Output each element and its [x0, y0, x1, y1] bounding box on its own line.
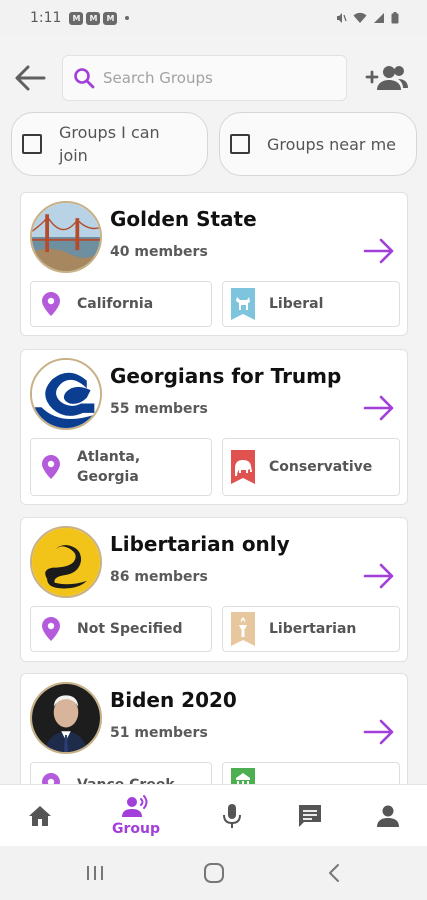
recent-apps-icon — [87, 866, 103, 880]
filter-label: Groups near me — [267, 134, 397, 154]
home-button[interactable] — [194, 858, 234, 888]
location-chip: California — [30, 281, 212, 327]
location-label: Atlanta, Georgia — [77, 449, 141, 485]
arrow-left-icon — [15, 65, 46, 91]
bottom-navigation: Group — [0, 784, 427, 846]
location-pin-icon — [42, 773, 60, 784]
signal-icon — [374, 13, 384, 23]
chevron-left-icon — [329, 864, 339, 882]
status-bar: 1:11 M M M — [0, 0, 427, 36]
back-button[interactable] — [12, 60, 48, 96]
header: Groups I can join Groups near me — [0, 36, 427, 188]
notification-icons: M M M — [69, 11, 118, 25]
notification-icon: M — [103, 11, 118, 25]
open-group-button[interactable] — [361, 233, 397, 269]
home-circle-icon — [204, 863, 224, 883]
mute-icon — [337, 13, 347, 23]
nav-group-label: Group — [111, 821, 160, 837]
member-count: 55 members — [110, 401, 208, 417]
arrow-right-icon — [363, 238, 394, 264]
open-group-button[interactable] — [361, 390, 397, 426]
nav-home[interactable] — [18, 785, 62, 847]
group-name: Georgians for Trump — [110, 364, 342, 388]
add-user-button[interactable] — [364, 60, 410, 96]
group-voice-icon — [122, 795, 148, 817]
location-chip: Vance Creek — [30, 762, 212, 784]
arrow-right-icon — [363, 563, 394, 589]
battery-icon — [391, 12, 399, 24]
group-name: Libertarian only — [110, 532, 290, 556]
group-card[interactable]: Libertarian only 86 members Not Specifie… — [20, 517, 408, 662]
elephant-icon — [231, 450, 255, 484]
wifi-icon — [353, 12, 367, 23]
home-icon — [29, 806, 51, 826]
search-icon — [74, 68, 95, 89]
affiliation-label: Conservative — [269, 459, 373, 475]
group-list[interactable]: Golden State 40 members California Liber… — [0, 188, 427, 784]
group-card[interactable]: Georgians for Trump 55 members Atlanta, … — [20, 349, 408, 505]
group-card[interactable]: Golden State 40 members California Liber… — [20, 192, 408, 336]
recent-apps-button[interactable] — [75, 858, 115, 888]
arrow-right-icon — [363, 719, 394, 745]
filter-groups-i-can-join[interactable]: Groups I can join — [11, 112, 208, 176]
donkey-icon — [231, 288, 255, 320]
group-card[interactable]: Biden 2020 51 members Vance Creek — [20, 673, 408, 784]
affiliation-chip: Libertarian — [222, 606, 400, 652]
group-avatar — [30, 526, 102, 598]
location-label: Vance Creek — [77, 775, 175, 784]
search-input[interactable] — [103, 69, 323, 87]
location-pin-icon — [42, 455, 60, 479]
filter-label: Groups I can join — [59, 123, 160, 165]
filter-groups-near-me[interactable]: Groups near me — [219, 112, 417, 176]
group-name: Golden State — [110, 207, 257, 231]
nav-mic[interactable] — [210, 785, 254, 847]
checkbox[interactable] — [230, 134, 250, 154]
notification-icon: M — [69, 11, 84, 25]
group-avatar — [30, 201, 102, 273]
nav-chat[interactable] — [288, 785, 332, 847]
chat-icon — [299, 805, 321, 827]
checkbox[interactable] — [22, 134, 42, 154]
microphone-icon — [223, 804, 241, 828]
member-count: 40 members — [110, 244, 208, 260]
system-navigation-bar — [0, 846, 427, 900]
group-name: Biden 2020 — [110, 688, 237, 712]
search-field[interactable] — [62, 55, 347, 101]
system-back-button[interactable] — [314, 858, 354, 888]
status-time: 1:11 — [30, 10, 62, 26]
affiliation-label: Libertarian — [269, 621, 357, 637]
more-notifications-dot — [125, 16, 130, 20]
nav-group[interactable]: Group — [104, 785, 168, 847]
profile-icon — [377, 805, 399, 827]
notification-icon: M — [86, 11, 101, 25]
add-user-icon — [365, 66, 408, 90]
affiliation-chip — [222, 762, 400, 784]
member-count: 51 members — [110, 725, 208, 741]
torch-icon — [231, 612, 255, 646]
group-avatar — [30, 358, 102, 430]
open-group-button[interactable] — [361, 558, 397, 594]
location-pin-icon — [42, 292, 60, 316]
arrow-right-icon — [363, 395, 394, 421]
location-chip: Not Specified — [30, 606, 212, 652]
nav-profile[interactable] — [366, 785, 410, 847]
member-count: 86 members — [110, 569, 208, 585]
location-pin-icon — [42, 617, 60, 641]
location-label: California — [77, 296, 154, 312]
affiliation-label: Liberal — [269, 296, 324, 312]
affiliation-chip: Conservative — [222, 438, 400, 496]
location-label: Not Specified — [77, 621, 183, 637]
location-chip: Atlanta, Georgia — [30, 438, 212, 496]
seal-icon — [231, 768, 255, 784]
open-group-button[interactable] — [361, 714, 397, 750]
affiliation-chip: Liberal — [222, 281, 400, 327]
group-avatar — [30, 682, 102, 754]
